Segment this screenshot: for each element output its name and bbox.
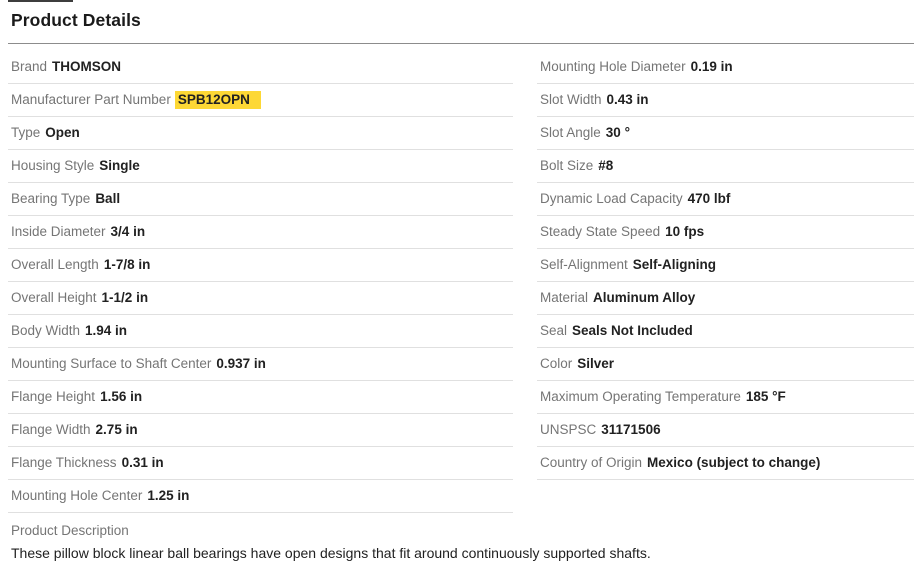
spec-row: Overall Height 1-1/2 in (8, 282, 513, 315)
spec-value: 1-1/2 in (102, 291, 149, 305)
spec-value: #8 (598, 159, 613, 173)
spec-value: THOMSON (52, 60, 121, 74)
spec-value: 185 °F (746, 390, 786, 404)
spec-row: Bearing Type Ball (8, 183, 513, 216)
product-description-label: Product Description (11, 513, 914, 538)
spec-value: 2.75 in (96, 423, 138, 437)
spec-label: Flange Height (11, 390, 95, 404)
spec-label: Country of Origin (540, 456, 642, 470)
tab-indicator (8, 0, 73, 2)
spec-label: Mounting Hole Center (11, 489, 142, 503)
spec-label: Overall Height (11, 291, 97, 305)
spec-value: Mexico (subject to change) (647, 456, 820, 470)
spec-value: 1-7/8 in (104, 258, 151, 272)
spec-value: SPB12OPN (175, 91, 261, 109)
spec-row: Flange Height 1.56 in (8, 381, 513, 414)
spec-row: Self-Alignment Self-Aligning (537, 249, 914, 282)
spec-column-left: Brand THOMSON Manufacturer Part Number S… (8, 51, 513, 513)
spec-label: Overall Length (11, 258, 99, 272)
spec-row: Maximum Operating Temperature 185 °F (537, 381, 914, 414)
spec-label: Flange Thickness (11, 456, 117, 470)
spec-label: Self-Alignment (540, 258, 628, 272)
spec-value: 470 lbf (688, 192, 731, 206)
spec-row: Manufacturer Part Number SPB12OPN (8, 84, 513, 117)
spec-row: Country of Origin Mexico (subject to cha… (537, 447, 914, 480)
spec-row: Housing Style Single (8, 150, 513, 183)
spec-label: Housing Style (11, 159, 94, 173)
spec-value: 0.43 in (607, 93, 649, 107)
spec-label: Slot Width (540, 93, 602, 107)
spec-row: Bolt Size #8 (537, 150, 914, 183)
spec-value: Ball (95, 192, 120, 206)
spec-value: 0.937 in (216, 357, 266, 371)
spec-label: Steady State Speed (540, 225, 660, 239)
spec-label: Body Width (11, 324, 80, 338)
spec-row: Slot Width 0.43 in (537, 84, 914, 117)
page-title: Product Details (8, 0, 914, 31)
product-description-section: Product Description These pillow block l… (8, 513, 914, 561)
spec-value: 31171506 (601, 423, 660, 437)
product-details-panel: Product Details Brand THOMSON Manufactur… (8, 0, 914, 561)
product-description-text: These pillow block linear ball bearings … (11, 545, 914, 561)
spec-value: 0.19 in (691, 60, 733, 74)
spec-value: 1.25 in (147, 489, 189, 503)
spec-label: Dynamic Load Capacity (540, 192, 683, 206)
spec-label: Manufacturer Part Number (11, 93, 171, 107)
spec-label: Bearing Type (11, 192, 90, 206)
spec-column-right: Mounting Hole Diameter 0.19 in Slot Widt… (537, 51, 914, 480)
spec-row: Mounting Hole Diameter 0.19 in (537, 51, 914, 84)
spec-label: Maximum Operating Temperature (540, 390, 741, 404)
spec-row: Type Open (8, 117, 513, 150)
spec-label: UNSPSC (540, 423, 596, 437)
spec-value: Single (99, 159, 140, 173)
spec-row: Material Aluminum Alloy (537, 282, 914, 315)
spec-value: Open (45, 126, 80, 140)
spec-row: Mounting Surface to Shaft Center 0.937 i… (8, 348, 513, 381)
spec-row: Body Width 1.94 in (8, 315, 513, 348)
spec-label: Inside Diameter (11, 225, 106, 239)
spec-value: Seals Not Included (572, 324, 693, 338)
spec-value: 1.56 in (100, 390, 142, 404)
spec-label: Bolt Size (540, 159, 593, 173)
spec-value: 1.94 in (85, 324, 127, 338)
spec-value: 0.31 in (122, 456, 164, 470)
spec-value: 10 fps (665, 225, 704, 239)
spec-row: UNSPSC 31171506 (537, 414, 914, 447)
spec-row: Color Silver (537, 348, 914, 381)
spec-label: Seal (540, 324, 567, 338)
spec-row: Flange Thickness 0.31 in (8, 447, 513, 480)
spec-label: Flange Width (11, 423, 91, 437)
spec-value: Silver (577, 357, 614, 371)
spec-row: Overall Length 1-7/8 in (8, 249, 513, 282)
spec-row: Flange Width 2.75 in (8, 414, 513, 447)
spec-label: Color (540, 357, 572, 371)
spec-label: Slot Angle (540, 126, 601, 140)
spec-label: Brand (11, 60, 47, 74)
spec-row: Dynamic Load Capacity 470 lbf (537, 183, 914, 216)
spec-row: Slot Angle 30 ° (537, 117, 914, 150)
spec-row: Seal Seals Not Included (537, 315, 914, 348)
spec-row: Brand THOMSON (8, 51, 513, 84)
spec-row: Steady State Speed 10 fps (537, 216, 914, 249)
spec-row: Inside Diameter 3/4 in (8, 216, 513, 249)
spec-value: Self-Aligning (633, 258, 716, 272)
spec-label: Material (540, 291, 588, 305)
spec-label: Mounting Hole Diameter (540, 60, 686, 74)
spec-label: Type (11, 126, 40, 140)
spec-value: 30 ° (606, 126, 630, 140)
spec-columns: Brand THOMSON Manufacturer Part Number S… (8, 44, 914, 513)
spec-value: 3/4 in (111, 225, 146, 239)
spec-label: Mounting Surface to Shaft Center (11, 357, 211, 371)
spec-row: Mounting Hole Center 1.25 in (8, 480, 513, 513)
spec-value: Aluminum Alloy (593, 291, 695, 305)
